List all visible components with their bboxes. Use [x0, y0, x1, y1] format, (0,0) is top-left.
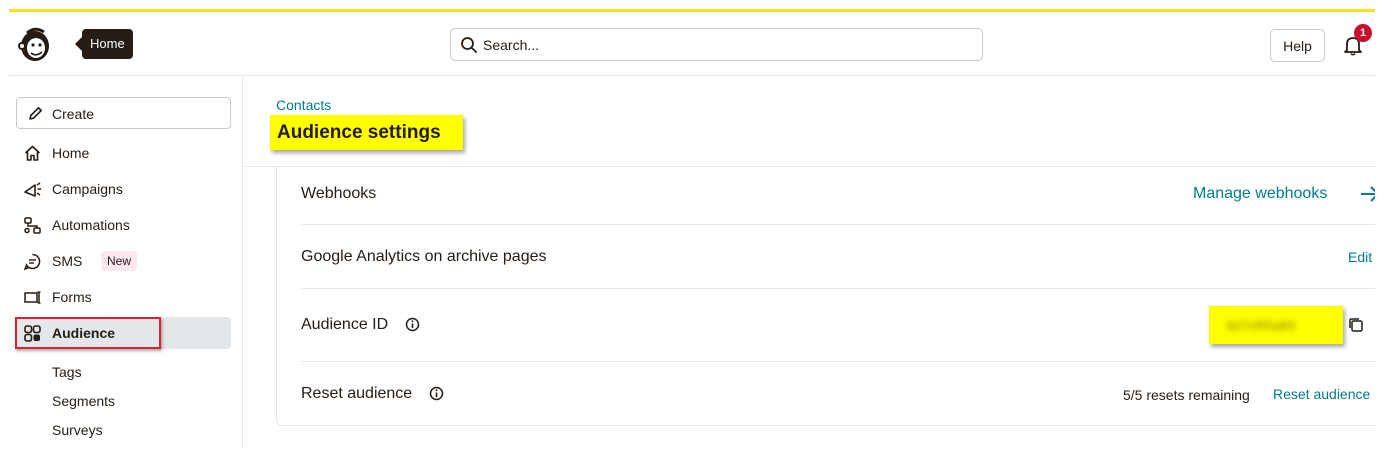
sidebar-item-audience[interactable]: Audience	[16, 317, 231, 349]
row-label: Webhooks	[301, 185, 377, 202]
search-icon	[461, 37, 477, 53]
pencil-icon	[29, 107, 42, 120]
create-label: Create	[52, 106, 95, 122]
info-icon[interactable]	[405, 317, 420, 332]
sidebar-item-label: Home	[52, 145, 90, 161]
home-tooltip: Home	[75, 29, 133, 59]
sidebar-item-label: SMS	[52, 253, 83, 269]
info-icon[interactable]	[429, 386, 444, 401]
reset-audience-link[interactable]: Reset audience	[1273, 386, 1370, 402]
audience-id-value: b07cf05a83	[1227, 318, 1295, 333]
sidebar-item-label: Automations	[52, 217, 130, 233]
sidebar-item-sms[interactable]: SMS New	[16, 245, 231, 277]
help-button[interactable]: Help	[1270, 29, 1325, 62]
app-window: Home Help 1 Create Home	[9, 9, 1375, 449]
sidebar: Create Home Campaigns Automations SMS Ne…	[9, 77, 243, 449]
home-icon	[24, 145, 41, 161]
sidebar-item-automations[interactable]: Automations	[16, 209, 231, 241]
row-label: Audience ID	[301, 316, 389, 333]
sidebar-item-label: Campaigns	[52, 181, 123, 197]
sidebar-subitem-tags[interactable]: Tags	[52, 364, 82, 380]
settings-row-webhooks: Webhooks Manage webhooks	[301, 167, 1375, 225]
main-content: Contacts Audience settings Webhooks Mana…	[244, 77, 1375, 449]
row-label: Reset audience	[301, 385, 413, 402]
mailchimp-logo-icon[interactable]	[15, 24, 55, 64]
settings-row-audience-id: Audience ID b07cf05a83	[301, 289, 1375, 362]
copy-icon[interactable]	[1347, 316, 1365, 334]
sidebar-item-forms[interactable]: Forms	[16, 281, 231, 313]
arrow-right-icon[interactable]	[1359, 184, 1375, 204]
notification-badge: 1	[1354, 24, 1372, 42]
settings-card: Webhooks Manage webhooks Google Analytic…	[276, 167, 1375, 426]
sidebar-item-label: Forms	[52, 289, 92, 305]
form-icon	[24, 291, 41, 304]
audience-icon	[24, 325, 41, 342]
megaphone-icon	[24, 182, 41, 197]
audience-id-highlight: b07cf05a83	[1209, 306, 1343, 344]
page-title: Audience settings	[277, 122, 441, 143]
manage-webhooks-link[interactable]: Manage webhooks	[1193, 185, 1327, 203]
settings-row-reset-audience: Reset audience 5/5 resets remaining Rese…	[301, 362, 1375, 426]
flow-icon	[24, 217, 41, 234]
sidebar-item-home[interactable]: Home	[16, 137, 231, 169]
search-input[interactable]	[483, 31, 973, 59]
chat-icon	[23, 253, 41, 271]
breadcrumb-contacts[interactable]: Contacts	[276, 97, 331, 113]
create-button[interactable]: Create	[16, 97, 231, 129]
resets-remaining-text: 5/5 resets remaining	[1123, 387, 1250, 403]
settings-row-google-analytics: Google Analytics on archive pages Edit	[301, 225, 1375, 289]
sidebar-item-label: Audience	[52, 325, 116, 341]
new-badge: New	[101, 251, 138, 271]
sidebar-item-campaigns[interactable]: Campaigns	[16, 173, 231, 205]
search-box[interactable]	[450, 28, 983, 61]
row-label: Google Analytics on archive pages	[301, 248, 547, 265]
top-bar: Home Help 1	[9, 12, 1375, 76]
edit-link[interactable]: Edit	[1348, 249, 1372, 265]
sidebar-subitem-segments[interactable]: Segments	[52, 393, 115, 409]
sidebar-subitem-surveys[interactable]: Surveys	[52, 422, 103, 438]
